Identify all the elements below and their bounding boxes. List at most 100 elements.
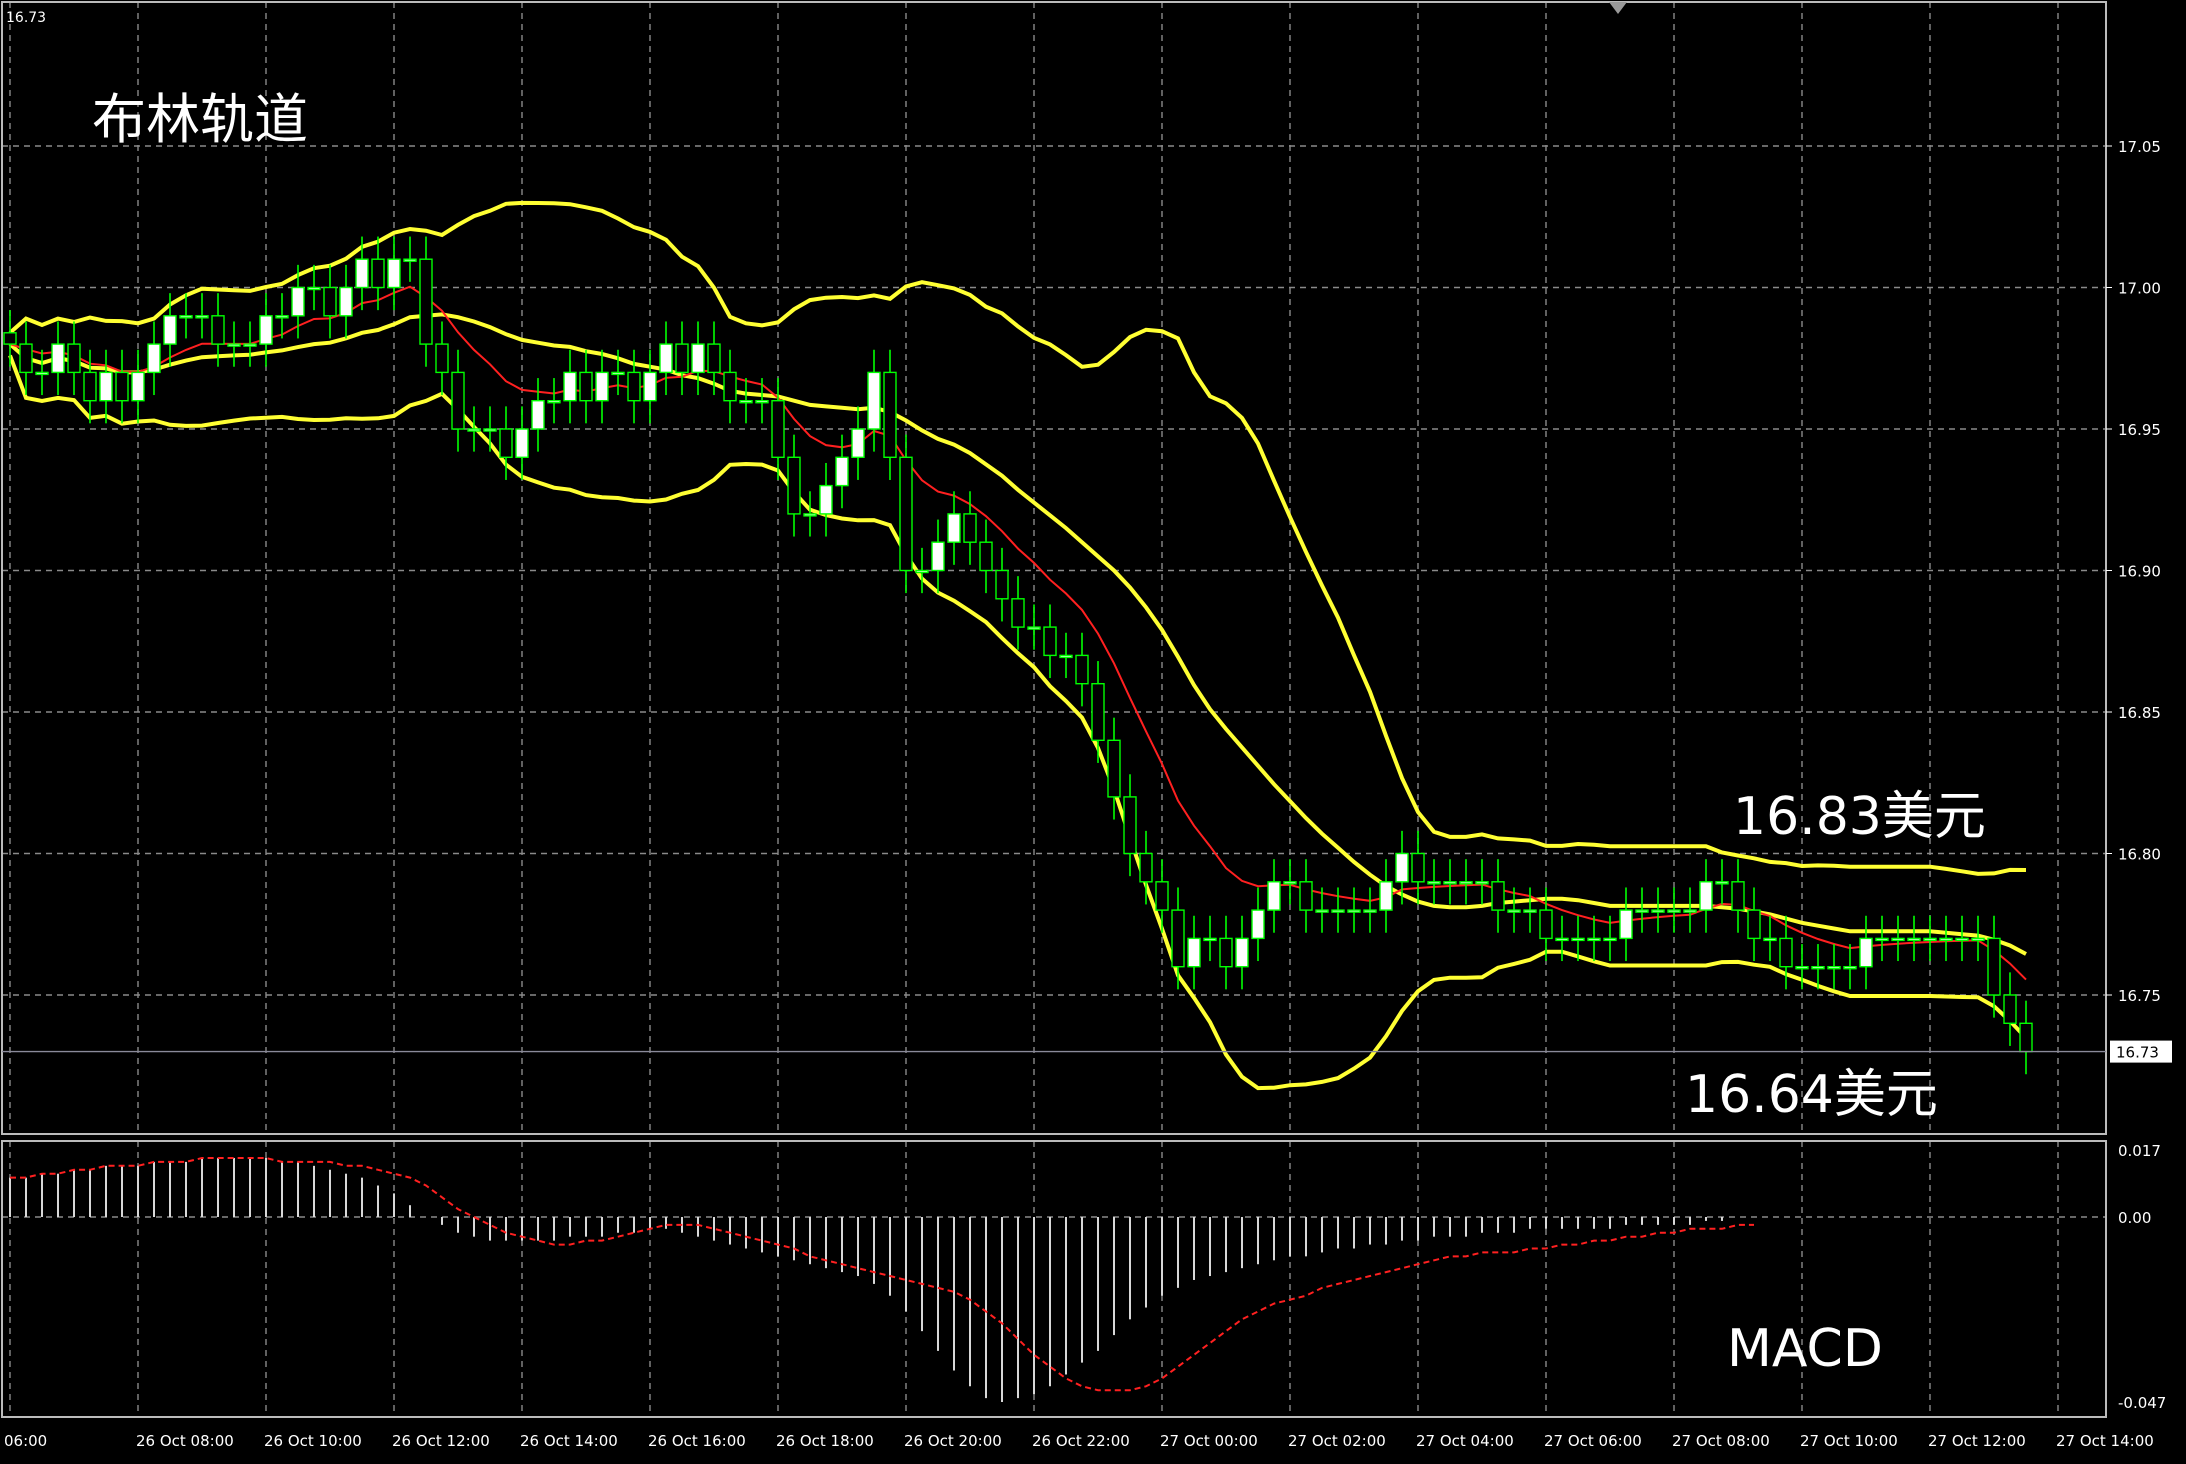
candle-body (1587, 937, 1601, 942)
y-tick-label: 16.95 (2118, 421, 2161, 439)
candle-body (963, 513, 977, 543)
candle-body (883, 371, 897, 458)
candle-body (3, 332, 17, 345)
candle-body (2019, 1022, 2033, 1053)
candle-body (1203, 937, 1217, 942)
candle-body (435, 343, 449, 374)
candle-body (1987, 937, 2001, 996)
candle-body (1411, 852, 1425, 883)
candle-body (1139, 852, 1153, 883)
candle-body (1571, 937, 1585, 942)
candle-body (1155, 881, 1169, 911)
x-tick-label: 27 Oct 06:00 (1544, 1432, 1642, 1450)
x-tick-label: 27 Oct 04:00 (1416, 1432, 1514, 1450)
candle-body (1267, 881, 1281, 911)
x-tick-label: 26 Oct 08:00 (136, 1432, 234, 1450)
candle-body (227, 343, 241, 347)
y-tick-label: 17.05 (2118, 138, 2161, 156)
x-tick-label: 26 Oct 20:00 (904, 1432, 1002, 1450)
candle-body (355, 258, 369, 289)
candle-body (1363, 909, 1377, 913)
candle-body (1475, 881, 1489, 885)
candle-body (1555, 937, 1569, 942)
candle-body (99, 371, 113, 402)
candle-body (563, 371, 577, 402)
corner-price-label: 16.73 (6, 10, 46, 26)
candle-body (1219, 937, 1233, 968)
candle-body (1235, 937, 1249, 968)
candle-body (1843, 966, 1857, 970)
candle-body (803, 513, 817, 517)
candle-body (1955, 937, 1969, 942)
candle-body (115, 371, 129, 402)
candle-body (1251, 909, 1265, 940)
candle-body (291, 286, 305, 317)
candle-body (275, 315, 289, 319)
candle-body (403, 258, 417, 262)
candle-body (1779, 937, 1793, 968)
candle-body (2003, 994, 2017, 1024)
candle-body (1395, 852, 1409, 883)
candle-body (1059, 654, 1073, 659)
candle-body (243, 343, 257, 347)
candle-body (451, 371, 465, 430)
x-tick-label: 26 Oct 16:00 (648, 1432, 746, 1450)
candle-body (1043, 626, 1057, 657)
candle-body (35, 371, 49, 376)
x-tick-label: 27 Oct 12:00 (1928, 1432, 2026, 1450)
y-tick-label: 16.85 (2118, 704, 2161, 722)
candle-body (1187, 937, 1201, 968)
candle-body (371, 258, 385, 289)
macd-tick-label: 0.00 (2118, 1209, 2151, 1227)
candle-body (579, 371, 593, 402)
candle-body (1315, 909, 1329, 913)
candle-body (1011, 598, 1025, 628)
candle-body (627, 371, 641, 402)
candle-body (1603, 937, 1617, 942)
x-tick-label: 26 Oct 10:00 (264, 1432, 362, 1450)
candle-body (387, 258, 401, 289)
candle-body (1283, 881, 1297, 885)
candle-body (1811, 966, 1825, 970)
candle-body (1907, 937, 1921, 942)
candle-body (1699, 881, 1713, 911)
y-tick-label: 17.00 (2118, 280, 2161, 298)
candle-body (1347, 909, 1361, 913)
candle-body (1171, 909, 1185, 968)
x-tick-label: 27 Oct 00:00 (1160, 1432, 1258, 1450)
candle-body (1299, 881, 1313, 911)
macd-tick-label: 0.017 (2118, 1142, 2161, 1160)
candle-body (995, 569, 1009, 600)
candle-body (755, 400, 769, 404)
x-tick-label: 27 Oct 10:00 (1800, 1432, 1898, 1450)
candle-body (723, 371, 737, 402)
price-chart[interactable]: 17.05 17.00 16.95 16.90 16.85 16.80 16.75 16.73… (0, 0, 2186, 1464)
candle-body (1763, 937, 1777, 942)
candle-body (707, 343, 721, 374)
candle-body (211, 315, 225, 345)
x-tick-label: 27 Oct 08:00 (1672, 1432, 1770, 1450)
x-tick-label: 26 Oct 14:00 (520, 1432, 618, 1450)
candle-body (867, 371, 881, 430)
chart-title: 布林轨道 (92, 88, 308, 151)
x-tick-label: 26 Oct 12:00 (392, 1432, 490, 1450)
candle-body (499, 428, 513, 458)
candle-body (1539, 909, 1553, 940)
candle-body (979, 541, 993, 572)
y-tick-label: 16.90 (2118, 563, 2161, 581)
candle-body (659, 343, 673, 374)
candle-body (163, 315, 177, 345)
candle-body (915, 569, 929, 574)
candle-body (851, 428, 865, 458)
candle-body (1507, 909, 1521, 913)
candle-body (595, 371, 609, 402)
y-tick-label: 16.80 (2118, 846, 2161, 864)
candle-body (515, 428, 529, 458)
candle (899, 434, 913, 594)
candle-body (51, 343, 65, 374)
candle-body (739, 400, 753, 404)
y-tick-label: 16.75 (2118, 987, 2161, 1005)
candle-body (675, 343, 689, 374)
candle-body (931, 541, 945, 572)
candle-body (1123, 796, 1137, 855)
